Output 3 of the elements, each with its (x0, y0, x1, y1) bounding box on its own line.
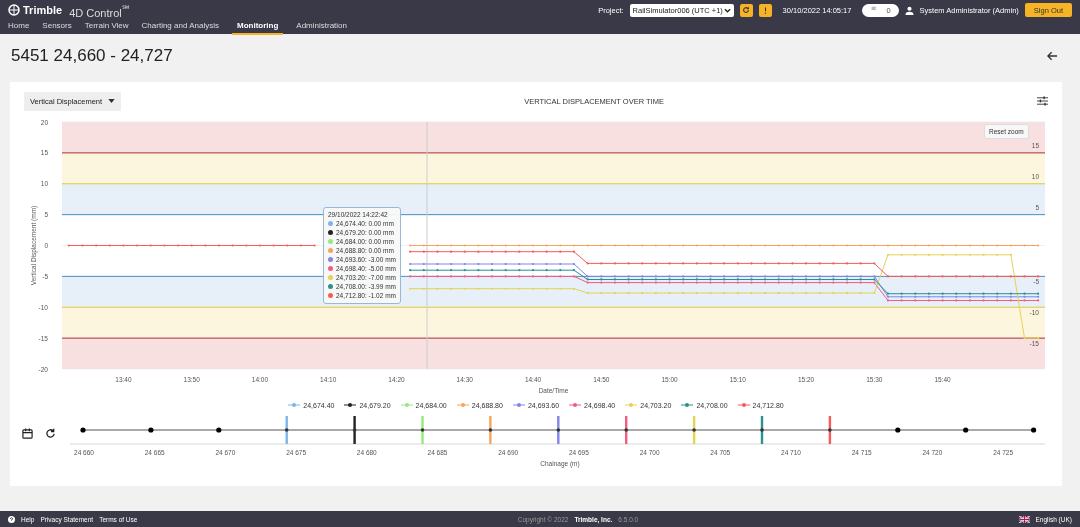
product-name: 4D Control$^{℠}$ (69, 3, 129, 19)
brand-name: Trimble (23, 4, 63, 17)
page-title: 5451 24,660 - 24,727 (11, 46, 173, 66)
